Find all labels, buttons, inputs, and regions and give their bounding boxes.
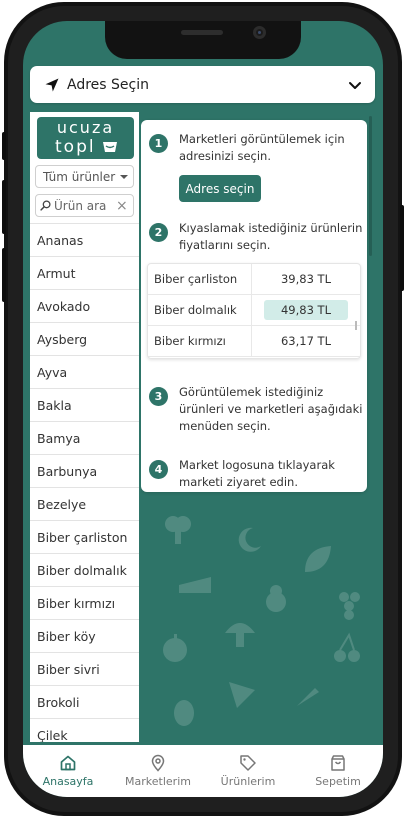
list-item[interactable]: Biber dolmalık (30, 553, 139, 586)
list-item[interactable]: Çilek (30, 718, 139, 742)
product-list: Ananas Armut Avokado Aysberg Ayva Bakla … (30, 223, 139, 742)
step-number: 3 (149, 387, 168, 406)
search-icon (40, 200, 51, 211)
tab-cart[interactable]: Sepetim (293, 745, 383, 797)
logo-text-bottom: topl (55, 137, 96, 157)
map-pin-icon (151, 754, 165, 772)
list-item[interactable]: Bezelye (30, 487, 139, 520)
product-price: 39,83 TL (280, 272, 331, 286)
tab-label: Anasayfa (42, 775, 94, 788)
apple-doodle-icon (163, 634, 187, 662)
shopping-bag-icon (331, 755, 345, 771)
list-item[interactable]: Biber kırmızı (30, 586, 139, 619)
cheese-doodle-icon (179, 577, 211, 593)
brand-logo[interactable]: ucuza topl (37, 117, 134, 159)
pear-doodle-icon (266, 585, 286, 612)
logo-text-top: ucuza (56, 118, 115, 137)
address-label: Adres Seçin (67, 76, 149, 93)
step-number: 4 (149, 460, 168, 479)
list-item[interactable]: Avokado (30, 289, 139, 322)
home-icon (60, 755, 76, 771)
tab-label: Ürünlerim (220, 775, 276, 788)
bottom-tab-bar: Anasayfa Marketlerim Ürünlerim Sepetim (23, 745, 383, 797)
list-item[interactable]: Barbunya (30, 454, 139, 487)
pizza-doodle-icon (229, 682, 255, 708)
step-number: 1 (149, 134, 168, 153)
tab-label: Sepetim (315, 775, 361, 788)
speaker-grille (181, 30, 223, 35)
tag-icon (240, 755, 256, 771)
mushroom-doodle-icon (225, 623, 255, 647)
step-text: Kıyaslamak istediğiniz ürünlerin fiyatla… (179, 221, 363, 252)
volume-down-button (2, 248, 6, 302)
step-number: 2 (149, 223, 168, 242)
list-item[interactable]: Biber sivri (30, 652, 139, 685)
list-item[interactable]: Ananas (30, 223, 139, 256)
grape-doodle-icon (339, 592, 360, 620)
egg-doodle-icon (174, 700, 194, 726)
product-name: Biber kırmızı (148, 326, 252, 356)
product-price: 63,17 TL (280, 334, 331, 348)
silent-switch (2, 132, 6, 160)
caret-down-icon (120, 174, 129, 179)
list-item[interactable]: Bakla (30, 388, 139, 421)
list-item[interactable]: Ayva (30, 355, 139, 388)
product-name: Biber dolmalık (148, 295, 252, 325)
step-text: Görüntülemek istediğiniz ürünleri ve mar… (179, 385, 363, 433)
address-selector[interactable]: Adres Seçin (30, 66, 375, 103)
app-screen: Adres Seçin ucuza topl Tüm ürünler × (23, 21, 383, 797)
tab-products[interactable]: Ürünlerim (203, 745, 293, 797)
notch (105, 21, 301, 59)
product-search: × (35, 194, 134, 217)
main-content: 1 Marketleri görüntülemek için adresiniz… (141, 112, 375, 742)
price-table: Biber çarliston 39,83 TL Biber dolmalık … (147, 263, 361, 359)
table-row[interactable]: Biber çarliston 39,83 TL (148, 264, 360, 295)
list-item[interactable]: Aysberg (30, 322, 139, 355)
product-price-selected: 49,83 TL (263, 300, 348, 320)
navigation-arrow-icon (45, 78, 59, 91)
how-to-card: 1 Marketleri görüntülemek için adresiniz… (141, 120, 367, 492)
carrot-doodle-icon (297, 688, 319, 706)
step-text: Marketleri görüntülemek için adresinizi … (179, 132, 345, 163)
product-name: Biber çarliston (148, 264, 252, 294)
tab-label: Marketlerim (125, 775, 191, 788)
table-row[interactable]: Biber dolmalık 49,83 TL (148, 295, 360, 326)
list-item[interactable]: Brokoli (30, 685, 139, 718)
search-input[interactable] (54, 198, 114, 213)
broccoli-doodle-icon (165, 516, 191, 544)
list-item[interactable]: Biber köy (30, 619, 139, 652)
basket-icon (103, 142, 117, 152)
table-resize-handle (355, 321, 357, 330)
tab-markets[interactable]: Marketlerim (113, 745, 203, 797)
tab-home[interactable]: Anasayfa (23, 745, 113, 797)
cherry-doodle-icon (334, 632, 360, 662)
chevron-down-icon (349, 81, 361, 89)
camera-icon (253, 26, 266, 39)
list-item[interactable]: Biber çarliston (30, 520, 139, 553)
step-text: Market logosuna tıklayarak marketi ziyar… (179, 458, 335, 489)
list-item[interactable]: Bamya (30, 421, 139, 454)
power-button (400, 205, 404, 291)
moon-doodle-icon (238, 527, 261, 552)
leaf-doodle-icon (305, 546, 331, 572)
volume-up-button (2, 180, 6, 234)
clear-search-icon[interactable]: × (116, 199, 128, 213)
product-sidebar: ucuza topl Tüm ürünler × Ananas Armut Av… (30, 112, 139, 742)
table-row[interactable]: Biber kırmızı 63,17 TL (148, 326, 360, 357)
list-item[interactable]: Armut (30, 256, 139, 289)
content-scrollbar[interactable] (369, 116, 372, 256)
filter-label: Tüm ürünler (43, 169, 116, 184)
select-address-button[interactable]: Adres seçin (179, 175, 261, 202)
product-filter-dropdown[interactable]: Tüm ürünler (35, 165, 134, 188)
